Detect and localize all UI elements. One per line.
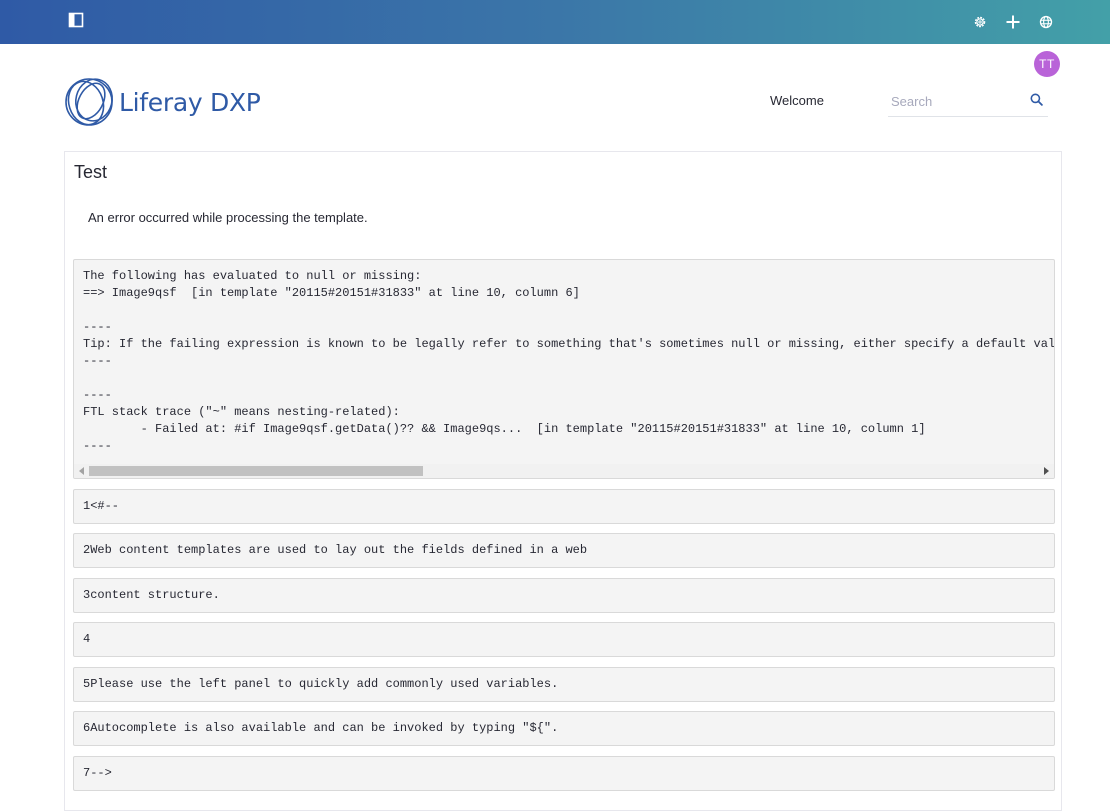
journal-content-portlet: Test An error occurred while processing …: [64, 151, 1062, 811]
portlet-title: Test: [74, 162, 108, 182]
search-icon: [1030, 93, 1043, 106]
liferay-logo-icon: [65, 78, 113, 126]
search-bar: [888, 86, 1048, 117]
scroll-right-icon[interactable]: [1044, 467, 1049, 475]
configuration-button[interactable]: [966, 8, 994, 36]
gear-icon: [974, 16, 986, 28]
simulation-button[interactable]: [1032, 8, 1060, 36]
stack-trace-text: The following has evaluated to null or m…: [83, 269, 1055, 453]
add-button[interactable]: [999, 8, 1027, 36]
plus-icon: [1006, 15, 1020, 29]
template-code-line: 3content structure.: [73, 578, 1055, 613]
sidebar-toggle-button[interactable]: [62, 6, 90, 34]
template-error-message: An error occurred while processing the t…: [88, 210, 368, 225]
site-name: Liferay DXP: [119, 87, 261, 117]
nav-item-welcome[interactable]: Welcome: [770, 93, 824, 108]
horizontal-scrollbar[interactable]: [74, 464, 1054, 478]
control-menu: [0, 0, 1110, 44]
search-button[interactable]: [1026, 89, 1046, 109]
stack-trace-box[interactable]: The following has evaluated to null or m…: [73, 259, 1055, 479]
user-avatar[interactable]: TT: [1034, 51, 1060, 77]
sidebar-toggle-icon: [68, 12, 84, 28]
template-code-line: 4: [73, 622, 1055, 657]
template-code-line: 2Web content templates are used to lay o…: [73, 533, 1055, 568]
template-code-line: 5Please use the left panel to quickly ad…: [73, 667, 1055, 702]
site-logo[interactable]: Liferay DXP: [63, 75, 261, 129]
search-input[interactable]: [888, 86, 1021, 116]
globe-icon: [1039, 15, 1053, 29]
template-code-line: 6Autocomplete is also available and can …: [73, 711, 1055, 746]
avatar-initials: TT: [1039, 57, 1055, 71]
scrollbar-thumb[interactable]: [89, 466, 423, 476]
scroll-left-icon[interactable]: [79, 467, 84, 475]
template-code-line: 7-->: [73, 756, 1055, 791]
template-code-line: 1<#--: [73, 489, 1055, 524]
